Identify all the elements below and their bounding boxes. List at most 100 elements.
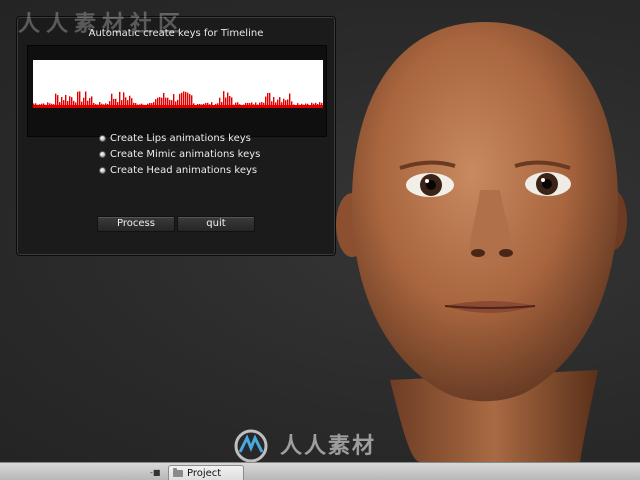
waveform-bar — [185, 91, 187, 105]
waveform-frame — [27, 45, 327, 137]
quit-button[interactable]: quit — [177, 216, 255, 232]
waveform-bar — [61, 97, 63, 105]
watermark-logo-icon — [234, 429, 268, 462]
waveform-bar — [281, 102, 283, 105]
waveform-bar — [33, 103, 35, 105]
waveform-bar — [107, 104, 109, 105]
waveform-bar — [135, 103, 137, 105]
waveform-bar — [199, 103, 201, 105]
waveform-bar — [101, 103, 103, 105]
waveform-bar — [97, 104, 99, 105]
waveform-bar — [167, 97, 169, 105]
waveform-bar — [201, 104, 203, 105]
waveform-bar — [307, 103, 309, 105]
waveform-bar — [283, 98, 285, 105]
bottom-bar: -■ Project — [0, 462, 640, 480]
waveform-bar — [251, 102, 253, 105]
waveform-bar — [157, 97, 159, 105]
waveform-bar — [169, 99, 171, 105]
waveform-bar — [91, 96, 93, 105]
waveform-bar — [317, 103, 319, 105]
waveform-bar — [247, 102, 249, 105]
option-lips[interactable]: Create Lips animations keys — [99, 130, 260, 146]
waveform-bar — [53, 104, 55, 105]
keys-dialog: Automatic create keys for Timeline Creat… — [16, 16, 336, 256]
waveform-bar — [119, 91, 121, 105]
waveform-bar — [193, 103, 195, 105]
waveform-bar — [149, 102, 151, 105]
waveform-bar — [297, 103, 299, 105]
waveform-bar — [235, 102, 237, 105]
waveform-bar — [263, 102, 265, 105]
waveform-bar — [83, 97, 85, 105]
waveform-bar — [239, 104, 241, 105]
waveform-bar — [71, 97, 73, 105]
waveform-bar — [43, 103, 45, 105]
tab-project-label: Project — [187, 468, 222, 479]
waveform-bar — [165, 97, 167, 105]
process-button[interactable]: Process — [97, 216, 175, 232]
waveform-bar — [47, 102, 49, 105]
waveform-bar — [319, 102, 321, 105]
waveform-bar — [125, 97, 127, 105]
waveform-bar — [161, 97, 163, 105]
tab-project[interactable]: Project — [168, 465, 244, 480]
waveform-bar — [117, 102, 119, 105]
waveform-bar — [141, 103, 143, 105]
waveform-bar — [197, 104, 199, 105]
waveform-bar — [99, 102, 101, 105]
collapse-icon[interactable]: -■ — [150, 468, 160, 477]
waveform-bar — [55, 93, 57, 105]
waveform-bar — [147, 103, 149, 105]
waveform-bar — [105, 103, 107, 105]
waveform-bar — [163, 92, 165, 105]
waveform-bar — [273, 97, 275, 105]
option-head-label: Create Head animations keys — [110, 164, 258, 176]
waveform-bar — [279, 97, 281, 105]
waveform-bar — [175, 101, 177, 105]
waveform-bar — [261, 102, 263, 105]
waveform-bar — [321, 102, 323, 105]
waveform-bar — [313, 103, 315, 105]
watermark-top: 人人素材社区 — [18, 11, 187, 37]
head-render — [336, 22, 627, 462]
waveform-bar — [127, 100, 129, 105]
radio-icon[interactable] — [99, 150, 106, 158]
waveform-bar — [245, 102, 247, 105]
waveform-bar — [217, 103, 219, 105]
waveform-bar — [133, 102, 135, 105]
waveform-bar — [87, 100, 89, 105]
waveform-bar — [187, 92, 189, 105]
waveform-bar — [49, 103, 51, 105]
watermark-bottom: 人人素材 — [280, 433, 377, 459]
waveform-bar — [67, 101, 69, 105]
waveform-bar — [177, 99, 179, 105]
3d-viewport[interactable]: Automatic create keys for Timeline Creat… — [0, 0, 640, 462]
radio-icon[interactable] — [99, 134, 106, 142]
waveform-bar — [205, 102, 207, 105]
waveform-bar — [77, 91, 79, 105]
waveform-bar — [69, 96, 71, 105]
radio-icon[interactable] — [99, 166, 106, 174]
waveform-bar — [113, 98, 115, 105]
option-mimic[interactable]: Create Mimic animations keys — [99, 146, 260, 162]
option-lips-label: Create Lips animations keys — [110, 132, 251, 144]
waveform-bar — [115, 98, 117, 105]
audio-waveform — [33, 60, 323, 108]
waveform-bar — [109, 101, 111, 105]
waveform-bar — [223, 91, 225, 105]
waveform-bar — [311, 102, 313, 105]
waveform-bar — [229, 95, 231, 105]
waveform-bar — [155, 99, 157, 105]
waveform-bar — [85, 91, 87, 105]
option-head[interactable]: Create Head animations keys — [99, 162, 260, 178]
waveform-bar — [129, 95, 131, 105]
waveform-bar — [227, 92, 229, 105]
waveform-bar — [271, 101, 273, 105]
waveform-bar — [59, 102, 61, 105]
waveform-baseline — [33, 105, 323, 108]
waveform-bar — [79, 91, 81, 105]
waveform-bar — [189, 94, 191, 105]
waveform-bar — [207, 102, 209, 105]
waveform-bar — [95, 104, 97, 105]
